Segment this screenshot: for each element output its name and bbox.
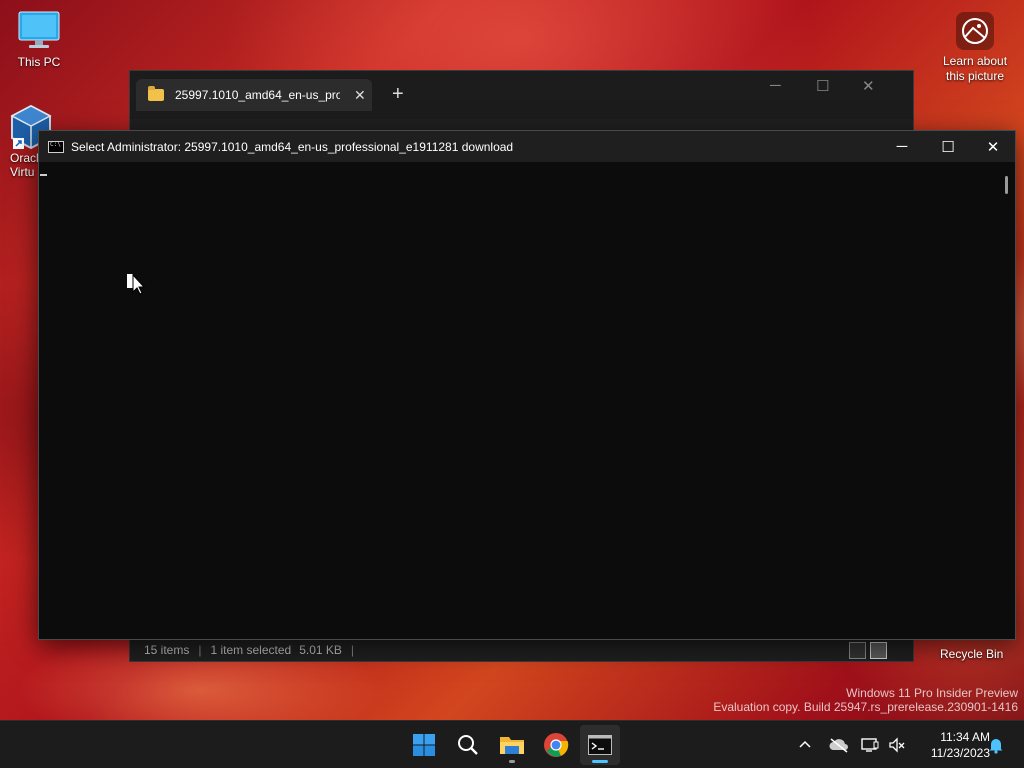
network-icon[interactable]	[861, 735, 879, 755]
view-toggle	[849, 642, 887, 659]
explorer-tab[interactable]: 25997.1010_amd64_en-us_prof ✕	[136, 79, 372, 111]
minimize-button[interactable]: ─	[879, 131, 925, 162]
chrome-icon	[544, 733, 569, 757]
console-window[interactable]: Select Administrator: 25997.1010_amd64_e…	[38, 130, 1016, 640]
explorer-tab-bar: 25997.1010_amd64_en-us_prof ✕ + ─ ☐ ✕	[130, 71, 913, 119]
notification-bell-icon[interactable]	[988, 735, 1004, 755]
terminal-icon	[588, 735, 612, 755]
onedrive-offline-icon[interactable]	[829, 735, 849, 755]
show-hidden-icons-chevron-up-icon[interactable]	[798, 735, 812, 755]
close-tab-icon[interactable]: ✕	[354, 87, 366, 104]
start-button[interactable]	[404, 725, 444, 765]
active-indicator	[592, 760, 608, 763]
learn-about-picture[interactable]: Learn about this picture	[934, 12, 1016, 84]
running-indicator	[509, 760, 515, 763]
console-title: Select Administrator: 25997.1010_amd64_e…	[71, 139, 514, 154]
watermark-line-1: Windows 11 Pro Insider Preview	[846, 686, 1018, 700]
monitor-icon	[18, 11, 60, 48]
file-explorer-button[interactable]	[492, 725, 532, 765]
status-separator: |	[198, 643, 202, 657]
tiles-view-button[interactable]	[870, 642, 887, 659]
folder-icon	[148, 86, 164, 101]
close-button[interactable]: ✕	[970, 131, 1016, 162]
chrome-button[interactable]	[536, 725, 576, 765]
clock-date: 11/23/2023	[930, 746, 990, 760]
watermark-line-2: Evaluation copy. Build 25947.rs_prerelea…	[713, 700, 1018, 714]
explorer-minimize-button[interactable]: ─	[770, 77, 781, 94]
terminal-button[interactable]	[580, 725, 620, 765]
search-icon	[458, 735, 478, 755]
volume-muted-icon[interactable]	[888, 735, 906, 755]
console-cursor	[40, 174, 47, 176]
learn-about-icon	[956, 12, 994, 50]
taskbar: 11:34 AM 11/23/2023	[0, 720, 1024, 768]
search-button[interactable]	[448, 725, 488, 765]
clock[interactable]: 11:34 AM 11/23/2023	[910, 729, 990, 761]
desktop-icon-this-pc[interactable]: This PC	[3, 10, 75, 69]
explorer-close-button[interactable]: ✕	[862, 77, 875, 95]
explorer-tab-title: 25997.1010_amd64_en-us_prof	[175, 88, 340, 102]
maximize-button[interactable]: ☐	[925, 131, 971, 162]
desktop-icon-label: Recycle Bin	[940, 647, 1004, 661]
console-title-bar[interactable]: Select Administrator: 25997.1010_amd64_e…	[39, 131, 1015, 162]
status-separator: |	[350, 643, 355, 657]
clock-time: 11:34 AM	[940, 730, 990, 744]
selection-count: 1 item selected	[210, 643, 292, 657]
console-output-area[interactable]	[39, 162, 1015, 639]
explorer-status-bar: 15 items | 1 item selected 5.01 KB |	[130, 639, 913, 661]
learn-about-label: Learn about this picture	[942, 54, 1008, 83]
console-scrollbar[interactable]	[1005, 176, 1008, 194]
item-count: 15 items	[144, 643, 190, 657]
evaluation-watermark: Windows 11 Pro Insider Preview Evaluatio…	[713, 686, 1018, 714]
new-tab-button[interactable]: +	[392, 83, 404, 106]
desktop-icon-label: This PC	[17, 55, 61, 69]
mouse-pointer-icon	[127, 273, 146, 295]
explorer-maximize-button[interactable]: ☐	[816, 77, 829, 95]
selection-size: 5.01 KB	[299, 643, 342, 657]
start-icon	[413, 734, 435, 756]
details-view-button[interactable]	[849, 642, 866, 659]
cmd-icon	[48, 140, 64, 153]
file-explorer-icon	[500, 737, 524, 754]
desktop-icon-recycle-bin[interactable]: Recycle Bin	[940, 647, 1003, 661]
